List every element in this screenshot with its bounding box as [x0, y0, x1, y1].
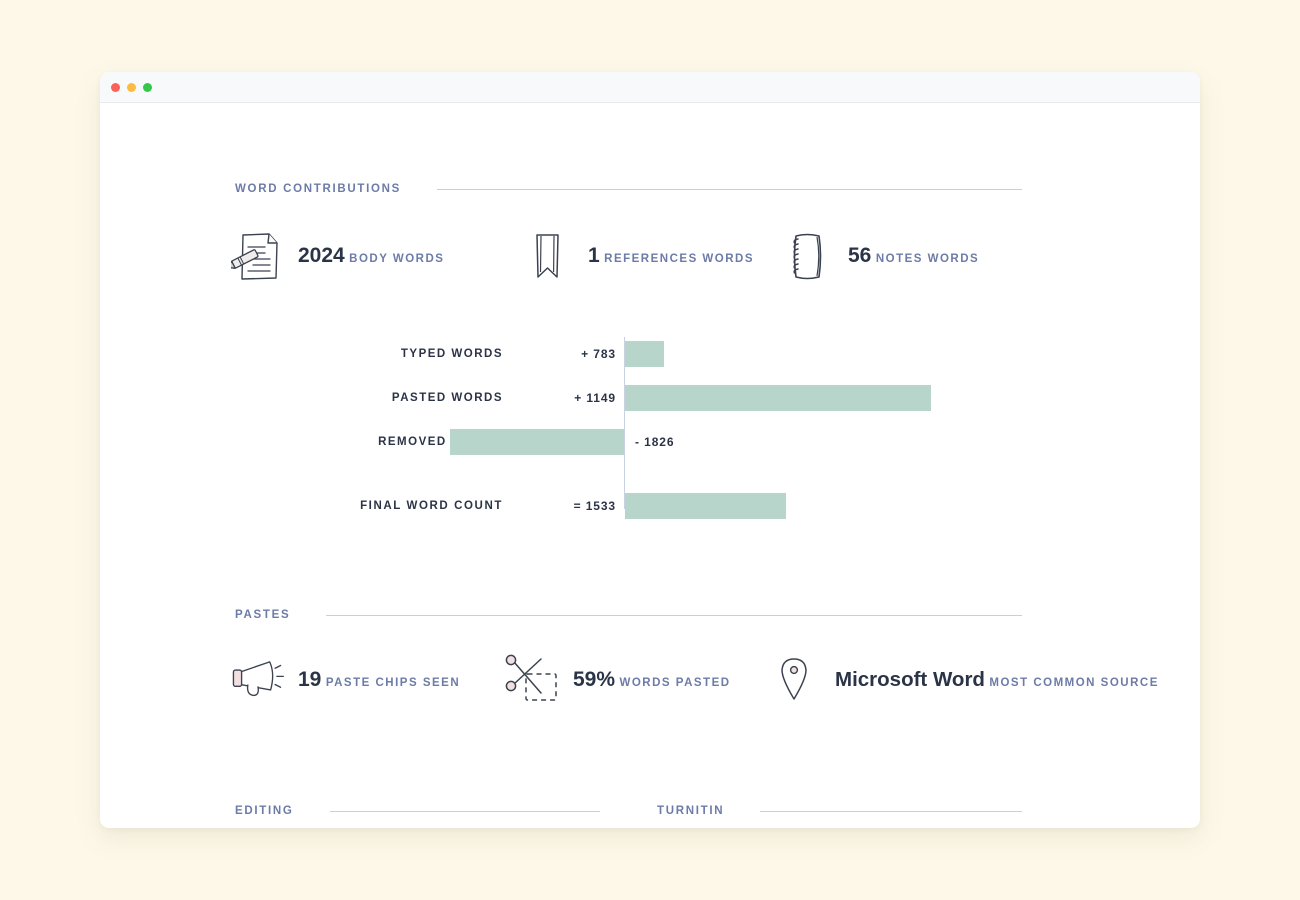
- stat-paste-chips-seen: 19 PASTE CHIPS SEEN: [228, 649, 503, 711]
- section-rule: [329, 810, 600, 812]
- stat-value: 2024: [298, 244, 345, 268]
- chart-bar-removed-words: [450, 429, 624, 455]
- stat-value: 59%: [573, 668, 616, 692]
- stat-value: 19: [298, 668, 322, 692]
- section-header-word-contributions: WORD CONTRIBUTIONS: [235, 183, 1022, 195]
- chart-row-pasted-words: PASTED WORDS + 1149: [100, 385, 1200, 411]
- word-contributions-chart: TYPED WORDS + 783 PASTED WORDS + 1149 RE…: [100, 335, 1200, 545]
- stat-text: 19 PASTE CHIPS SEEN: [298, 668, 460, 692]
- section-header-editing: EDITING: [235, 805, 600, 817]
- minimize-window-button[interactable]: [127, 82, 136, 92]
- stat-text: 2024 BODY WORDS: [298, 244, 444, 268]
- section-rule: [437, 188, 1022, 190]
- chart-bar-typed-words: [625, 341, 664, 367]
- section-title-pastes: PASTES: [235, 609, 291, 621]
- zoom-window-button[interactable]: [143, 82, 152, 92]
- stat-most-common-source: Microsoft Word MOST COMMON SOURCE: [765, 649, 1159, 711]
- stat-label: REFERENCES WORDS: [604, 253, 755, 266]
- stat-label: WORDS PASTED: [619, 677, 731, 690]
- stat-text: Microsoft Word MOST COMMON SOURCE: [835, 667, 1159, 692]
- chart-row-label: PASTED WORDS: [391, 392, 503, 404]
- chart-row-value: + 1149: [574, 391, 616, 405]
- stat-body-words: 2024 BODY WORDS: [228, 225, 518, 287]
- stat-text: 59% WORDS PASTED: [573, 668, 731, 692]
- section-rule: [326, 614, 1022, 616]
- section-header-turnitin: TURNITIN: [657, 805, 1022, 817]
- megaphone-icon: [228, 649, 286, 711]
- section-title-word-contributions: WORD CONTRIBUTIONS: [235, 183, 402, 195]
- report-content: WORD CONTRIBUTIONS 2024 BODY WORDS 1 REF…: [100, 103, 1200, 827]
- stat-label: NOTES WORDS: [875, 253, 980, 266]
- word-contribution-stats: 2024 BODY WORDS 1 REFERENCES WORDS 56 NO…: [228, 225, 979, 287]
- section-rule: [760, 810, 1022, 812]
- map-pin-icon: [765, 649, 823, 711]
- chart-bar-pasted-words: [625, 385, 931, 411]
- stat-text: 56 NOTES WORDS: [848, 244, 979, 268]
- scissors-icon: [503, 649, 561, 711]
- chart-bar-final-word-count: [625, 493, 786, 519]
- close-window-button[interactable]: [111, 82, 120, 92]
- stat-text: 1 REFERENCES WORDS: [588, 244, 754, 268]
- chart-row-removed-words: REMOVED WORDS - 1826: [100, 429, 1200, 455]
- chart-row-value: - 1826: [635, 435, 675, 449]
- app-window: WORD CONTRIBUTIONS 2024 BODY WORDS 1 REF…: [100, 72, 1200, 828]
- notebook-icon: [778, 225, 836, 287]
- window-titlebar: [100, 72, 1200, 103]
- stat-value: 1: [588, 244, 600, 268]
- chart-row-label: REMOVED WORDS: [378, 436, 503, 448]
- chart-row-label: TYPED WORDS: [400, 348, 503, 360]
- bookmark-icon: [518, 225, 576, 287]
- stat-label: BODY WORDS: [349, 253, 445, 266]
- stat-value: 56: [848, 244, 872, 268]
- chart-row-value: = 1533: [573, 499, 616, 513]
- stat-label: MOST COMMON SOURCE: [989, 676, 1159, 689]
- chart-row-final-word-count: FINAL WORD COUNT = 1533: [100, 493, 1200, 519]
- section-header-pastes: PASTES: [235, 609, 1022, 621]
- paste-stats: 19 PASTE CHIPS SEEN 59% WORDS PASTED Mic…: [228, 649, 1159, 711]
- document-pencil-icon: [228, 225, 286, 287]
- stat-notes-words: 56 NOTES WORDS: [778, 225, 979, 287]
- chart-row-value: + 783: [581, 347, 616, 361]
- section-title-turnitin: TURNITIN: [657, 805, 725, 817]
- stat-words-pasted: 59% WORDS PASTED: [503, 649, 765, 711]
- chart-row-typed-words: TYPED WORDS + 783: [100, 341, 1200, 367]
- chart-row-label: FINAL WORD COUNT: [360, 500, 503, 512]
- stat-label: PASTE CHIPS SEEN: [325, 677, 461, 690]
- stat-value: Microsoft Word: [835, 667, 985, 691]
- stat-references-words: 1 REFERENCES WORDS: [518, 225, 778, 287]
- section-title-editing: EDITING: [235, 805, 294, 817]
